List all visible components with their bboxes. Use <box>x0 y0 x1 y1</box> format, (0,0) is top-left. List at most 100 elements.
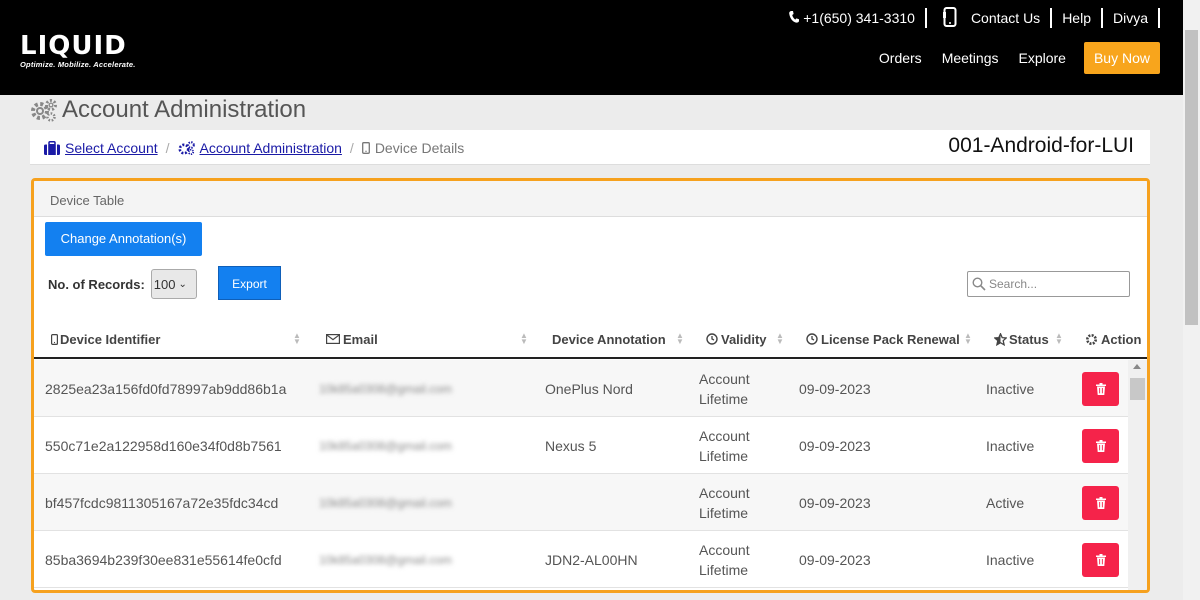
device-table-panel: Device Table Change Annotation(s) No. of… <box>31 178 1150 593</box>
breadcrumb-bar: Select Account / Account Administration … <box>30 130 1150 165</box>
validity-line: Account <box>699 427 750 444</box>
clock-icon <box>806 333 818 345</box>
table-header: Device Identifier ▲ ▼ Email ▲ ▼ Device Ann… <box>34 321 1147 359</box>
records-select[interactable]: 100 ⌄ <box>150 269 197 299</box>
page-title-text: Account Administration <box>62 96 307 123</box>
action-cell <box>1082 474 1119 531</box>
gears-icon <box>31 99 57 122</box>
col-validity[interactable]: Validity <box>706 321 767 357</box>
window-scroll-thumb[interactable] <box>1185 30 1198 325</box>
table-row[interactable]: 2825ea23a156fd0fd78997ab9dd86b1a 10k85a0… <box>34 360 1128 417</box>
divider <box>1050 8 1053 28</box>
records-value: 100 <box>153 276 176 292</box>
delete-button[interactable] <box>1082 428 1119 463</box>
col-device-annotation[interactable]: Device Annotation <box>552 321 666 357</box>
validity-cell: Account Lifetime <box>699 417 750 474</box>
divider <box>924 8 927 28</box>
briefcase-icon <box>44 140 60 155</box>
panel-title: Device Table <box>34 181 1147 217</box>
status-cell: Inactive <box>986 437 1035 454</box>
nav-orders[interactable]: Orders <box>879 50 922 66</box>
export-button[interactable]: Export <box>218 266 281 300</box>
col-label: Validity <box>721 331 767 347</box>
sort-icon[interactable]: ▲ ▼ <box>293 332 301 346</box>
buy-now-button[interactable]: Buy Now <box>1083 42 1160 74</box>
device-id-cell: 550c71e2a122958d160e34f0d8b7561 <box>45 437 282 454</box>
search-input[interactable] <box>989 277 1129 291</box>
sort-icon[interactable]: ▲ ▼ <box>1055 332 1063 346</box>
change-annotations-button[interactable]: Change Annotation(s) <box>45 222 202 256</box>
device-id-cell: 85ba3694b239f30ee831e55614fe0cfd <box>45 551 282 568</box>
validity-line: Lifetime <box>699 561 749 578</box>
nav-meetings[interactable]: Meetings <box>942 50 999 66</box>
table-body: 2825ea23a156fd0fd78997ab9dd86b1a 10k85a0… <box>34 360 1128 588</box>
col-label: Status <box>1009 331 1049 347</box>
col-email[interactable]: Email <box>326 321 378 357</box>
account-name: 001-Android-for-LUI <box>948 134 1134 157</box>
help-link[interactable]: Help <box>1062 10 1091 26</box>
contact-us-label: Contact Us <box>970 10 1041 26</box>
phone-link[interactable]: +1(650) 341-3310 <box>789 10 915 26</box>
status-cell: Inactive <box>986 551 1035 568</box>
col-status[interactable]: Status <box>994 321 1049 357</box>
page-title: Account Administration <box>30 96 306 124</box>
breadcrumb: Select Account / Account Administration … <box>44 130 464 165</box>
table-row[interactable]: 550c71e2a122958d160e34f0d8b7561 10k85a03… <box>34 417 1128 474</box>
status-cell: Inactive <box>986 380 1035 397</box>
scroll-thumb[interactable] <box>1130 378 1145 400</box>
renewal-cell: 09-09-2023 <box>799 380 871 397</box>
action-cell <box>1082 360 1119 417</box>
contact-us-link[interactable]: Contact Us <box>937 6 1041 30</box>
email-cell: 10k85a0308@gmail.com <box>319 438 452 453</box>
trash-icon <box>1095 553 1106 566</box>
window-scrollbar[interactable] <box>1183 0 1200 600</box>
clock-icon <box>706 333 718 345</box>
renewal-cell: 09-09-2023 <box>799 437 871 454</box>
sort-icon[interactable]: ▲ ▼ <box>520 332 528 346</box>
nav-explore[interactable]: Explore <box>1019 50 1066 66</box>
col-label: Email <box>343 331 378 347</box>
action-cell <box>1082 417 1119 474</box>
search-box[interactable] <box>967 271 1130 297</box>
sort-icon[interactable]: ▲ ▼ <box>964 332 972 346</box>
chevron-down-icon: ⌄ <box>178 278 187 290</box>
mobile-icon <box>937 6 971 30</box>
table-row[interactable]: bf457fcdc9811305167a72e35fdc34cd 10k85a0… <box>34 474 1128 531</box>
envelope-icon <box>326 334 340 344</box>
breadcrumb-account-admin[interactable]: Account Administration <box>200 140 342 156</box>
col-label: Action <box>1101 331 1142 347</box>
validity-cell: Account Lifetime <box>699 474 750 531</box>
user-menu[interactable]: Divya <box>1113 10 1148 26</box>
divider <box>1158 8 1160 28</box>
annotation-cell: Nexus 5 <box>545 437 597 454</box>
top-header: LIQUID Optimize. Mobilize. Accelerate. +… <box>0 0 1200 95</box>
table-row[interactable]: 85ba3694b239f30ee831e55614fe0cfd 10k85a0… <box>34 531 1128 588</box>
validity-line: Account <box>699 370 750 387</box>
delete-button[interactable] <box>1082 485 1119 520</box>
col-action: Action <box>1085 321 1141 357</box>
validity-cell: Account Lifetime <box>699 531 750 588</box>
col-device-identifier[interactable]: Device Identifier <box>51 321 160 357</box>
gear-icon <box>1086 333 1097 345</box>
annotation-cell: JDN2-AL00HN <box>545 551 638 568</box>
breadcrumb-device-details: Device Details <box>374 139 465 156</box>
scroll-up-arrow[interactable] <box>1133 364 1141 369</box>
liquid-logo[interactable]: LIQUID Optimize. Mobilize. Accelerate. <box>20 32 136 69</box>
table-scrollbar[interactable] <box>1128 360 1147 590</box>
sort-icon[interactable]: ▲ ▼ <box>676 332 684 346</box>
trash-icon <box>1095 382 1106 395</box>
validity-line: Lifetime <box>699 447 749 464</box>
search-icon <box>972 277 986 291</box>
col-license-pack-renewal[interactable]: License Pack Renewal <box>806 321 960 357</box>
action-cell <box>1082 531 1119 588</box>
breadcrumb-separator: / <box>165 139 170 156</box>
delete-button[interactable] <box>1082 542 1119 577</box>
divider <box>1100 8 1103 28</box>
breadcrumb-select-account[interactable]: Select Account <box>65 140 158 156</box>
renewal-cell: 09-09-2023 <box>799 494 871 511</box>
sort-icon[interactable]: ▲ ▼ <box>776 332 784 346</box>
col-label: License Pack Renewal <box>821 331 960 347</box>
breadcrumb-separator: / <box>349 139 354 156</box>
star-icon <box>994 332 1007 346</box>
delete-button[interactable] <box>1082 371 1119 406</box>
